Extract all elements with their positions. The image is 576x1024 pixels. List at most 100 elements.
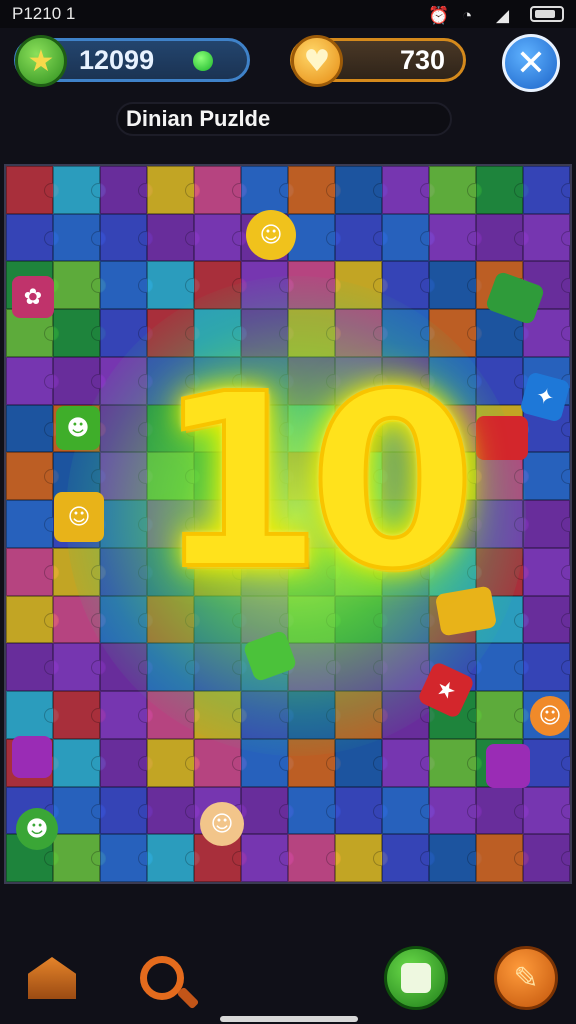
puzzle-tile[interactable] [100,261,153,310]
puzzle-tile[interactable] [523,166,570,214]
puzzle-tile[interactable] [6,547,59,596]
coins-counter[interactable]: ★ 12099 [14,35,250,87]
puzzle-tile[interactable] [53,786,106,835]
puzzle-tile[interactable] [6,500,59,548]
puzzle-tile[interactable] [147,261,200,310]
hearts-counter[interactable]: ♥ 730 [290,35,466,87]
close-button[interactable]: ✕ [502,34,560,92]
puzzle-tile[interactable] [100,404,153,453]
loose-puzzle-piece[interactable]: ☺ [200,802,244,846]
puzzle-tile[interactable] [335,643,388,692]
puzzle-tile[interactable] [241,738,294,787]
puzzle-tile[interactable] [194,691,247,739]
puzzle-tile[interactable] [288,261,341,310]
puzzle-tile[interactable] [53,691,106,739]
puzzle-tile[interactable] [53,261,106,310]
home-indicator[interactable] [220,1016,358,1022]
puzzle-tile[interactable] [335,834,388,882]
puzzle-tile[interactable] [335,213,388,262]
puzzle-tile[interactable] [523,213,570,262]
puzzle-tile[interactable] [53,309,106,357]
puzzle-tile[interactable] [382,166,435,214]
puzzle-tile[interactable] [6,643,59,692]
puzzle-tile[interactable] [6,452,59,501]
puzzle-tile[interactable] [335,166,388,214]
puzzle-tile[interactable] [429,786,482,835]
puzzle-board[interactable]: ☺ ✿ ✦ ☻ ☺ ★ ☺ ☻ ☺ 10 [4,164,572,884]
puzzle-tile[interactable] [100,500,153,548]
puzzle-tile[interactable] [382,213,435,262]
puzzle-tile[interactable] [382,261,435,310]
puzzle-tile[interactable] [100,452,153,501]
puzzle-tile[interactable] [476,691,529,739]
puzzle-tile[interactable] [476,166,529,214]
puzzle-tile[interactable] [429,166,482,214]
puzzle-tile[interactable] [53,166,106,214]
shuffle-button[interactable] [384,946,448,1010]
loose-puzzle-piece[interactable]: ☻ [56,406,100,450]
puzzle-tile[interactable] [523,643,570,692]
loose-puzzle-piece[interactable] [12,736,52,778]
puzzle-tile[interactable] [100,595,153,644]
loose-puzzle-piece[interactable]: ☻ [16,808,58,850]
puzzle-tile[interactable] [6,213,59,262]
puzzle-tile[interactable] [147,213,200,262]
puzzle-tile[interactable] [147,643,200,692]
puzzle-tile[interactable] [523,452,570,501]
puzzle-tile[interactable] [53,547,106,596]
puzzle-tile[interactable] [429,834,482,882]
puzzle-tile[interactable] [429,213,482,262]
puzzle-tile[interactable] [53,595,106,644]
puzzle-tile[interactable] [241,834,294,882]
puzzle-tile[interactable] [335,261,388,310]
puzzle-tile[interactable] [288,643,341,692]
puzzle-tile[interactable] [100,166,153,214]
puzzle-tile[interactable] [288,738,341,787]
puzzle-tile[interactable] [288,691,341,739]
puzzle-tile[interactable] [194,166,247,214]
puzzle-tile[interactable] [147,691,200,739]
puzzle-tile[interactable] [100,786,153,835]
puzzle-tile[interactable] [382,834,435,882]
puzzle-tile[interactable] [6,166,59,214]
puzzle-tile[interactable] [147,166,200,214]
puzzle-tile[interactable] [100,834,153,882]
loose-puzzle-piece[interactable]: ☺ [530,696,570,736]
puzzle-tile[interactable] [288,166,341,214]
puzzle-tile[interactable] [241,261,294,310]
puzzle-tile[interactable] [476,500,529,548]
puzzle-tile[interactable] [100,643,153,692]
puzzle-tile[interactable] [382,643,435,692]
loose-puzzle-piece[interactable]: ☺ [54,492,104,542]
puzzle-tile[interactable] [53,643,106,692]
puzzle-tile[interactable] [288,834,341,882]
puzzle-tile[interactable] [100,213,153,262]
puzzle-tile[interactable] [523,595,570,644]
hint-button[interactable] [130,946,194,1010]
puzzle-tile[interactable] [194,738,247,787]
puzzle-tile[interactable] [6,404,59,453]
puzzle-tile[interactable] [194,261,247,310]
puzzle-tile[interactable] [6,356,59,405]
puzzle-tile[interactable] [194,643,247,692]
home-button[interactable] [20,946,84,1010]
puzzle-tile[interactable] [476,356,529,405]
puzzle-tile[interactable] [476,213,529,262]
puzzle-tile[interactable] [241,166,294,214]
puzzle-tile[interactable] [53,213,106,262]
puzzle-tile[interactable] [382,738,435,787]
puzzle-tile[interactable] [241,786,294,835]
loose-puzzle-piece[interactable] [486,744,530,788]
puzzle-tile[interactable] [100,547,153,596]
loose-puzzle-piece[interactable]: ✿ [12,276,54,318]
loose-puzzle-piece[interactable]: ☺ [246,210,296,260]
puzzle-tile[interactable] [147,786,200,835]
add-coins-indicator[interactable] [193,51,213,71]
puzzle-tile[interactable] [476,643,529,692]
puzzle-tile[interactable] [53,834,106,882]
loose-puzzle-piece[interactable] [476,416,528,460]
tools-button[interactable]: ✎ [494,946,558,1010]
puzzle-tile[interactable] [335,738,388,787]
puzzle-tile[interactable] [476,834,529,882]
puzzle-tile[interactable] [335,786,388,835]
